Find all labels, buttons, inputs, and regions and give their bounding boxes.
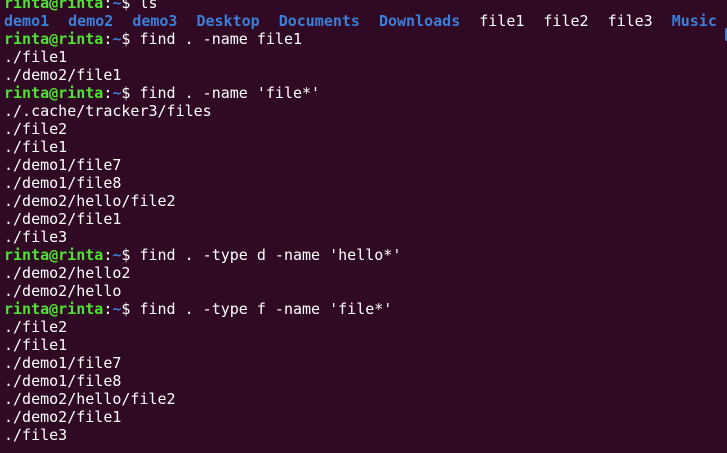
output-line: ./demo1/file7 [4, 354, 727, 372]
prompt-user-host: rinta@rinta [4, 30, 104, 48]
output-line: ./.cache/tracker3/files [4, 102, 727, 120]
output-text: ./file2 [4, 120, 68, 138]
output-text: ./demo2/file1 [4, 210, 122, 228]
output-line: ./demo2/file1 [4, 210, 727, 228]
output-text: ./demo2/hello/file2 [4, 390, 176, 408]
prompt-line: rinta@rinta:~$ find . -type f -name 'fil… [4, 300, 727, 318]
command-text: find . -type f -name 'file*' [139, 300, 393, 318]
prompt-symbol: $ [121, 300, 131, 318]
output-text: ./file3 [4, 228, 68, 246]
output-line: ./demo2/hello/file2 [4, 192, 727, 210]
output-text: ./demo1/file8 [4, 174, 122, 192]
prompt-user-host: rinta@rinta [4, 246, 104, 264]
directory-entry: Music [671, 12, 717, 30]
output-text: ./demo1/file7 [4, 354, 122, 372]
output-text: ./demo2/hello [4, 282, 122, 300]
directory-entry: Downloads [378, 12, 461, 30]
command-text: ls [139, 0, 158, 12]
output-line: ./demo1/file8 [4, 372, 727, 390]
output-line: ./file2 [4, 120, 727, 138]
prompt-line: rinta@rinta:~$ find . -name file1 [4, 30, 727, 48]
prompt-user-host: rinta@rinta [4, 0, 104, 12]
output-text: ./demo2/file1 [4, 66, 122, 84]
command-text: find . -name file1 [139, 30, 303, 48]
prompt-symbol: $ [121, 30, 131, 48]
output-line: ./demo1/file7 [4, 156, 727, 174]
output-text: ./file1 [4, 138, 68, 156]
file-entry: file2 [543, 12, 589, 30]
output-text: ./demo2/hello2 [4, 264, 131, 282]
directory-entry: Desktop [196, 12, 260, 30]
terminal-output: rinta@rinta:~$ ls demo1 demo2 demo3 Desktop D… [4, 0, 727, 444]
terminal-window[interactable]: rinta@rinta:~$ ls demo1 demo2 demo3 Desktop D… [0, 0, 727, 453]
output-line: ./demo2/hello [4, 282, 727, 300]
prompt-symbol: $ [121, 84, 131, 102]
file-entry: file3 [607, 12, 653, 30]
output-text: ./demo2/file1 [4, 408, 122, 426]
prompt-symbol: $ [121, 246, 131, 264]
command-text: find . -type d -name 'hello*' [139, 246, 402, 264]
output-line: ./demo2/hello2 [4, 264, 727, 282]
directory-entry: demo1 [4, 12, 50, 30]
output-text: ./file3 [4, 426, 68, 444]
output-line: ./file3 [4, 426, 727, 444]
prompt-user-host: rinta@rinta [4, 84, 104, 102]
output-line: ./file3 [4, 228, 727, 246]
prompt-line: rinta@rinta:~$ find . -type d -name 'hel… [4, 246, 727, 264]
output-line: ./file1 [4, 138, 727, 156]
ls-output-line: demo1 demo2 demo3 Desktop Documents Downloads… [4, 12, 727, 30]
directory-entry: demo3 [132, 12, 178, 30]
prompt-line: rinta@rinta:~$ find . -name 'file*' [4, 84, 727, 102]
output-line: ./demo2/file1 [4, 66, 727, 84]
output-line: ./demo1/file8 [4, 174, 727, 192]
output-text: ./file1 [4, 48, 68, 66]
output-line: ./demo2/hello/file2 [4, 390, 727, 408]
output-line: ./file1 [4, 48, 727, 66]
output-text: ./file1 [4, 336, 68, 354]
output-text: ./demo1/file7 [4, 156, 122, 174]
output-text: ./demo2/hello/file2 [4, 192, 176, 210]
directory-entry: Documents [278, 12, 360, 30]
command-text: find . -name 'file*' [139, 84, 321, 102]
output-line: ./file2 [4, 318, 727, 336]
directory-entry: demo2 [68, 12, 114, 30]
prompt-symbol: $ [121, 0, 131, 12]
prompt-line: rinta@rinta:~$ ls [4, 0, 727, 12]
output-text: ./.cache/tracker3/files [4, 102, 212, 120]
output-text: ./file2 [4, 318, 68, 336]
output-text: ./demo1/file8 [4, 372, 122, 390]
file-entry: file1 [479, 12, 525, 30]
output-line: ./file1 [4, 336, 727, 354]
prompt-user-host: rinta@rinta [4, 300, 104, 318]
output-line: ./demo2/file1 [4, 408, 727, 426]
